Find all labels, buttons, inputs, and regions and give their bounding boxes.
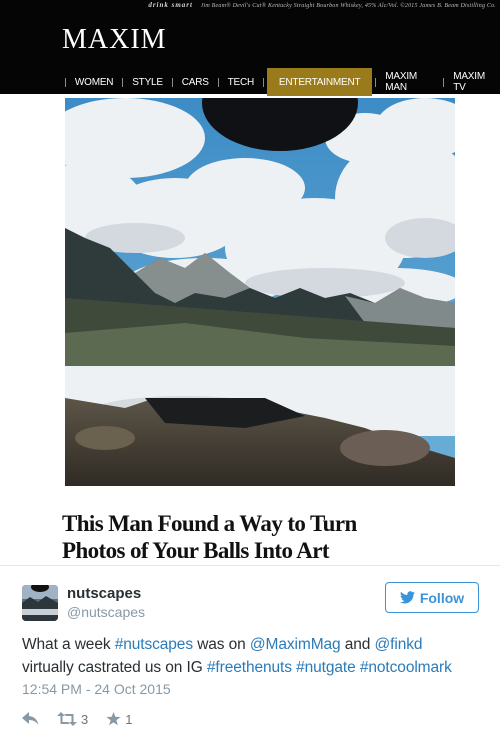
tweet-text-segment: was on [192,636,250,653]
like-count: 1 [125,711,133,727]
nav-item-women: WOMEN [74,76,114,88]
article-screenshot[interactable]: drink smart Jim Beam® Devil's Cut® Kentu… [0,0,500,566]
tweet-text: What a week #nutscapes was on @MaximMag … [22,633,487,679]
tweet-text-segment: What a week [22,636,115,653]
tweet-text-line-2: virtually castrated us on IG #freethenut… [22,656,487,679]
nav-separator [65,77,66,87]
mention-maximmag[interactable]: @MaximMag [250,636,341,653]
hero-photo [65,98,455,486]
hashtag-nutscapes[interactable]: #nutscapes [115,636,193,653]
nav-item-entertainment: ENTERTAINMENT [266,68,373,96]
nav-separator [217,77,219,87]
user-handle[interactable]: @nutscapes [67,604,145,620]
nav-item-maxim-tv: MAXIM TV [453,71,485,93]
headline-line-2: Photos of Your Balls Into Art [62,538,330,563]
maxim-logo: MAXIM [62,24,167,55]
hashtag-notcoolmark[interactable]: #notcoolmark [360,659,452,676]
maxim-header: drink smart Jim Beam® Devil's Cut® Kentu… [0,0,500,96]
nav-separator [375,77,377,87]
nav-item-style: STYLE [132,76,163,88]
nav-item-maxim-man: MAXIM MAN [385,71,418,93]
star-icon [106,712,121,726]
maxim-nav: WOMEN STYLE CARS TECH ENTERTAINMENT MAXI… [62,68,500,96]
follow-button[interactable]: Follow [385,582,479,613]
nav-separator [171,77,173,87]
promo-text: Jim Beam® Devil's Cut® Kentucky Straight… [200,3,496,9]
tweet-text-line-1: What a week #nutscapes was on @MaximMag … [22,633,487,656]
follow-label: Follow [419,589,465,606]
like-button[interactable]: 1 [106,712,132,727]
article-headline: This Man Found a Way to Turn Photos of Y… [62,510,462,564]
reply-button[interactable] [22,712,39,726]
retweet-icon [57,712,77,726]
nav-separator [122,77,124,87]
twitter-bird-icon [399,591,415,604]
retweet-count: 3 [81,711,89,727]
tweet-text-segment: and [340,636,375,653]
tweet-actions: 3 1 [22,709,150,729]
tweet-text-segment: virtually castrated us on IG [22,659,207,676]
tweet-timestamp[interactable]: 12:54 PM - 24 Oct 2015 [22,681,171,697]
promo-bar: drink smart Jim Beam® Devil's Cut® Kentu… [148,1,496,11]
mention-finkd[interactable]: @finkd [375,636,423,653]
user-name[interactable]: nutscapes [67,585,141,602]
nav-item-cars: CARS [181,76,209,88]
nav-item-tech: TECH [227,76,255,88]
headline-line-1: This Man Found a Way to Turn [62,511,357,536]
reply-icon [22,712,39,725]
nav-separator [263,77,264,87]
hashtag-freethenuts[interactable]: #freethenuts [207,659,292,676]
hashtag-nutgate[interactable]: #nutgate [296,659,356,676]
retweet-button[interactable]: 3 [57,712,88,727]
promo-brand: drink smart [148,1,193,9]
tweet-card: nutscapes @nutscapes Follow What a week … [0,567,500,743]
avatar[interactable] [22,585,58,621]
nav-separator [443,77,445,87]
